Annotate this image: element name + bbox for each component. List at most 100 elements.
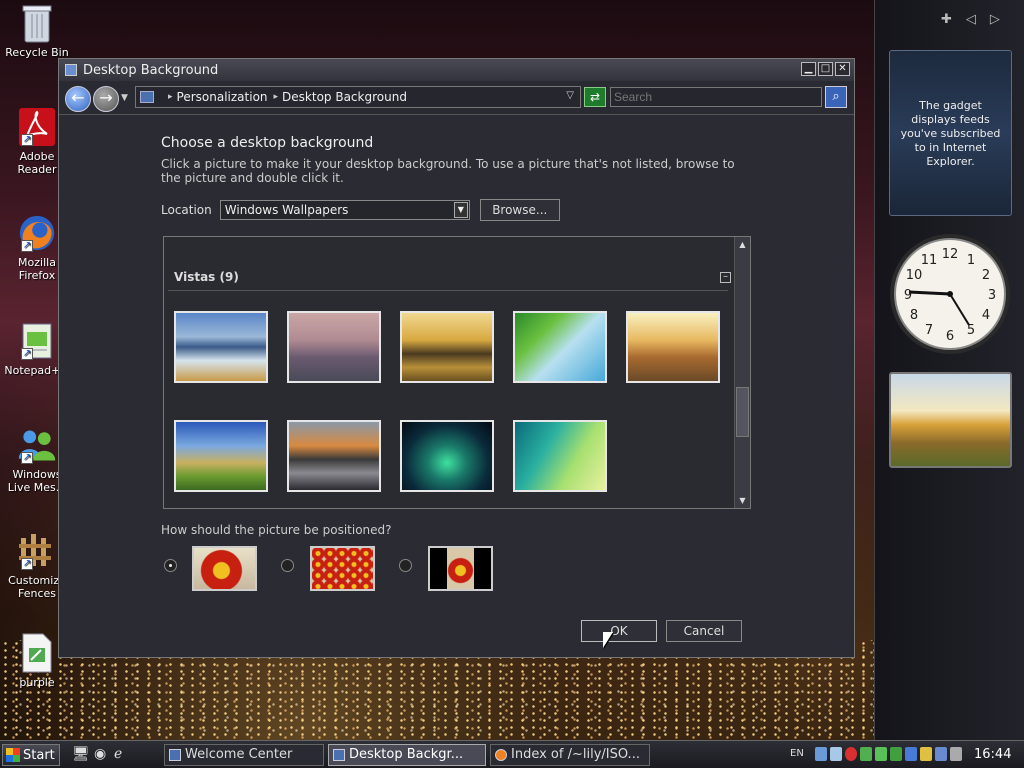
breadcrumb-chevron-icon[interactable]: ▸ [274, 92, 279, 102]
system-tray [815, 747, 962, 761]
next-page-icon[interactable]: ▷ [990, 12, 1014, 27]
windows-logo-icon [6, 748, 20, 762]
group-title: Vistas (9) [174, 270, 239, 284]
recycle-bin-icon [17, 2, 57, 44]
wallpaper-thumbnail[interactable] [626, 311, 720, 383]
messenger-tray-icon[interactable] [860, 747, 872, 761]
position-fit-thumbnail[interactable] [192, 546, 257, 591]
wallpaper-thumbnail[interactable] [287, 311, 381, 383]
collapse-group-icon[interactable]: – [720, 272, 731, 283]
close-button[interactable]: ✕ [835, 62, 850, 76]
taskbar-item-desktop-background[interactable]: Desktop Backgr... [328, 744, 486, 766]
refresh-button[interactable]: ⇄ [584, 87, 606, 107]
desktop-icon-recycle-bin[interactable]: Recycle Bin [4, 2, 70, 59]
ok-button[interactable]: OK [581, 620, 657, 642]
notepad-tray-icon[interactable] [890, 747, 902, 761]
page-description: Click a picture to make it your desktop … [161, 157, 735, 185]
wallpaper-thumbnail[interactable] [513, 311, 607, 383]
scrollbar-thumb[interactable] [736, 387, 749, 437]
show-desktop-icon[interactable]: 🖥 [72, 746, 90, 762]
notepad-icon: ↗ [17, 320, 57, 362]
feed-gadget-message: The gadget displays feeds you've subscri… [900, 99, 1001, 168]
messenger-icon: ↗ [17, 424, 57, 466]
clock-number: 12 [942, 247, 959, 262]
wallpaper-thumbnail[interactable] [513, 420, 607, 492]
position-center-radio[interactable] [399, 559, 412, 572]
clock-number: 8 [910, 308, 918, 323]
page-title: Choose a desktop background [161, 135, 374, 151]
breadcrumb-chevron-icon[interactable]: ▸ [168, 92, 173, 102]
cancel-button[interactable]: Cancel [666, 620, 742, 642]
chevron-down-icon[interactable]: ▼ [453, 202, 468, 218]
wallpaper-thumbnail[interactable] [174, 311, 268, 383]
slideshow-gadget[interactable] [889, 372, 1012, 468]
task-label: Index of /~lily/ISO... [511, 747, 640, 762]
display-icon[interactable] [935, 747, 947, 761]
location-label: Location [161, 203, 212, 217]
location-select[interactable]: Windows Wallpapers ▼ [219, 200, 470, 220]
address-bar[interactable]: ▸ Personalization ▸ Desktop Background ▽ [135, 86, 581, 108]
breadcrumb-personalization[interactable]: Personalization [177, 90, 268, 104]
tray-item-icon[interactable] [920, 747, 932, 761]
mouse-cursor-icon [603, 632, 613, 648]
sidebar-controls: ✚◁▷ [941, 12, 1014, 27]
security-alert-icon[interactable] [845, 747, 857, 761]
wallpaper-thumbnail[interactable] [287, 420, 381, 492]
forward-arrow-icon: → [99, 88, 113, 107]
content-header: Choose a desktop background Click a pict… [161, 135, 751, 185]
location-row: Location Windows Wallpapers ▼ Browse... [161, 199, 560, 221]
position-tile-thumbnail[interactable] [310, 546, 375, 591]
maximize-button[interactable]: □ [818, 62, 833, 76]
position-center-thumbnail[interactable] [428, 546, 493, 591]
windows-sidebar: ✚◁▷ The gadget displays feeds you've sub… [874, 0, 1024, 740]
taskbar-item-firefox[interactable]: Index of /~lily/ISO... [490, 744, 650, 766]
clock-number: 9 [904, 288, 912, 303]
scroll-down-icon[interactable]: ▼ [736, 494, 749, 507]
task-label: Desktop Backgr... [349, 747, 464, 762]
wallpaper-thumbnail[interactable] [400, 311, 494, 383]
language-indicator[interactable]: EN [790, 748, 804, 759]
desktop-background-icon [333, 749, 345, 761]
desktop-background-window: Desktop Background ▁ □ ✕ ← → ▼ ▸ Persona… [58, 58, 855, 658]
wallpaper-thumbnail[interactable] [400, 420, 494, 492]
back-button[interactable]: ← [65, 86, 91, 112]
fences-icon: ↗ [17, 530, 57, 572]
previous-page-icon[interactable]: ◁ [966, 12, 990, 27]
wallpaper-thumbnail[interactable] [174, 420, 268, 492]
minimize-button[interactable]: ▁ [801, 62, 816, 76]
gallery-scrollbar[interactable]: ▲ ▼ [734, 237, 750, 508]
shortcut-arrow-icon: ↗ [21, 134, 33, 146]
clock-number: 7 [925, 323, 933, 338]
browse-button[interactable]: Browse... [479, 199, 560, 221]
internet-explorer-icon[interactable]: ℯ [114, 746, 122, 762]
window-titlebar[interactable]: Desktop Background ▁ □ ✕ [59, 59, 854, 81]
position-fit-radio[interactable] [164, 559, 177, 572]
taskbar-item-welcome-center[interactable]: Welcome Center [164, 744, 324, 766]
forward-button[interactable]: → [93, 86, 119, 112]
window-icon [65, 64, 77, 76]
recent-pages-dropdown-icon[interactable]: ▼ [121, 93, 128, 103]
taskbar-clock[interactable]: 16:44 [974, 747, 1011, 762]
clock-number: 11 [921, 253, 938, 268]
refresh-icon: ⇄ [589, 90, 601, 104]
firefox-icon [495, 749, 507, 761]
volume-icon[interactable] [950, 747, 962, 761]
add-gadget-icon[interactable]: ✚ [941, 12, 966, 27]
device-icon[interactable] [830, 747, 842, 761]
update-icon[interactable] [905, 747, 917, 761]
scroll-up-icon[interactable]: ▲ [736, 238, 749, 251]
breadcrumb-desktop-background[interactable]: Desktop Background [282, 90, 407, 104]
search-input[interactable] [610, 87, 822, 107]
start-label: Start [23, 747, 55, 763]
position-question: How should the picture be positioned? [161, 523, 392, 537]
clock-gadget[interactable]: 12 1 2 3 4 5 6 7 8 9 10 11 [889, 232, 1012, 356]
search-button[interactable]: ⌕ [825, 86, 847, 108]
position-tile-radio[interactable] [281, 559, 294, 572]
start-button[interactable]: Start [2, 744, 60, 766]
address-dropdown-icon[interactable]: ▽ [566, 90, 574, 101]
window-title: Desktop Background [83, 62, 219, 78]
network-icon[interactable] [815, 747, 827, 761]
status-icon[interactable] [875, 747, 887, 761]
firefox-quicklaunch-icon[interactable]: ◉ [94, 746, 106, 762]
feed-headlines-gadget[interactable]: The gadget displays feeds you've subscri… [889, 50, 1012, 216]
